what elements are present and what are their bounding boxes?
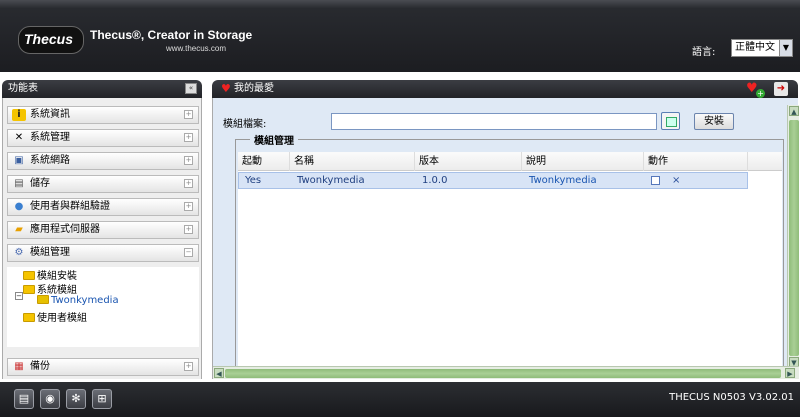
language-value: 正體中文 (735, 42, 775, 53)
folder-icon (23, 285, 35, 294)
network-icon: ▣ (14, 155, 24, 166)
tree-item-system-modules[interactable]: 系統模組 (23, 281, 77, 296)
tools-icon: ✕ (14, 132, 24, 143)
brand-tagline: Thecus®, Creator in Storage (90, 28, 253, 42)
expand-icon[interactable]: + (184, 133, 193, 142)
storage-shortcut-icon[interactable]: ▤ (14, 389, 34, 409)
sidebar-item-storage[interactable]: ▤ 儲存 + (7, 175, 199, 193)
enable-checkbox[interactable] (651, 176, 660, 185)
app-header: Thecus Thecus®, Creator in Storage www.t… (0, 0, 800, 72)
tree-label: Twonkymedia (51, 295, 119, 306)
heart-icon: ♥ (221, 82, 231, 95)
delete-icon[interactable]: × (672, 173, 680, 189)
thecus-logo: Thecus (24, 31, 74, 47)
column-header-enabled[interactable]: 起動 (238, 152, 290, 171)
language-label: 語言: (692, 47, 716, 58)
network-shortcut-icon[interactable]: ⊞ (92, 389, 112, 409)
expand-icon[interactable]: + (184, 110, 193, 119)
tree-item-module-install[interactable]: 模組安裝 (23, 267, 77, 282)
folder-icon (23, 271, 35, 280)
sidebar: i 系統資訊 + ✕ 系統管理 + ▣ 系統網路 + ▤ 儲存 + ● 使用者與… (2, 98, 202, 379)
sidebar-item-label: 使用者與群組驗證 (30, 201, 110, 212)
expand-icon[interactable]: + (184, 362, 193, 371)
vertical-scroll-thumb[interactable] (789, 120, 799, 356)
expand-icon[interactable]: + (184, 225, 193, 234)
grid-header: 起動 名稱 版本 說明 動作 (238, 152, 782, 171)
horizontal-scroll-thumb[interactable] (225, 369, 781, 378)
sidebar-item-system-info[interactable]: i 系統資訊 + (7, 106, 199, 124)
expand-icon[interactable]: + (184, 156, 193, 165)
tree-label: 使用者模組 (37, 313, 87, 324)
module-tree: 模組安裝 − 系統模組 Twonkymedia 使用者模組 (7, 267, 199, 347)
table-row[interactable]: Yes Twonkymedia 1.0.0 Twonkymedia × (238, 172, 748, 189)
collapse-sidebar-button[interactable]: « (185, 83, 197, 94)
plus-icon: + (756, 89, 765, 98)
main-panel: 模組檔案: 安裝 模組管理 起動 名稱 版本 說明 動作 Yes Twonkym… (212, 98, 799, 379)
install-button[interactable]: 安裝 (694, 113, 734, 130)
users-icon: ● (14, 201, 24, 212)
cell-enabled: Yes (245, 175, 262, 186)
brand-site-url: www.thecus.com (166, 44, 227, 53)
scroll-up-icon[interactable]: ▲ (789, 106, 799, 116)
language-select[interactable]: 正體中文 ▼ (731, 39, 793, 57)
tree-collapse-icon[interactable]: − (15, 292, 23, 300)
section-title: 模組管理 (250, 132, 298, 147)
scroll-right-icon[interactable]: ▶ (785, 368, 795, 378)
cell-description[interactable]: Twonkymedia (525, 173, 597, 189)
sidebar-item-label: 備份 (30, 361, 50, 372)
horizontal-scrollbar[interactable]: ◀ ▶ (213, 366, 799, 379)
column-header-name[interactable]: 名稱 (290, 152, 415, 171)
backup-icon: ▦ (14, 361, 24, 372)
column-header-description[interactable]: 說明 (522, 152, 644, 171)
module-management-section: 模組管理 起動 名稱 版本 說明 動作 Yes Twonkymedia 1.0.… (235, 132, 784, 371)
sidebar-item-users-groups[interactable]: ● 使用者與群組驗證 + (7, 198, 199, 216)
sidebar-item-label: 系統資訊 (30, 109, 70, 120)
chevron-down-icon[interactable]: ▼ (779, 40, 792, 56)
column-header-action[interactable]: 動作 (644, 152, 748, 171)
sidebar-item-backup[interactable]: ▦ 備份 + (7, 358, 199, 376)
info-icon: i (12, 109, 26, 121)
tree-item-twonkymedia[interactable]: Twonkymedia (37, 295, 119, 306)
modules-icon: ⚙ (14, 247, 24, 258)
main-panel-header: ♥ 我的最愛 ♥ + ➜ (212, 80, 798, 98)
module-file-input[interactable] (331, 113, 657, 130)
main-panel-title: 我的最愛 (234, 83, 274, 94)
column-header-version[interactable]: 版本 (415, 152, 522, 171)
expand-icon[interactable]: + (184, 179, 193, 188)
sidebar-item-label: 儲存 (30, 178, 50, 189)
app-footer: ▤ ◉ ✻ ⊞ THECUS N0503 V3.02.01 (0, 382, 800, 417)
app-server-icon: ▰ (15, 224, 23, 235)
version-label: THECUS N0503 V3.02.01 (669, 392, 794, 403)
browse-file-button[interactable] (661, 112, 680, 130)
folder-icon (23, 313, 35, 322)
scroll-left-icon[interactable]: ◀ (214, 368, 224, 378)
module-grid: 起動 名稱 版本 說明 動作 Yes Twonkymedia 1.0.0 Two… (238, 152, 782, 370)
header-gloss (0, 0, 800, 8)
sidebar-item-module-management[interactable]: ⚙ 模組管理 − (7, 244, 199, 262)
disk-shortcut-icon[interactable]: ◉ (40, 389, 60, 409)
module-file-label: 模組檔案: (223, 119, 267, 130)
expand-icon[interactable]: + (184, 202, 193, 211)
cell-version: 1.0.0 (422, 175, 448, 186)
sidebar-item-label: 系統網路 (30, 155, 70, 166)
storage-icon: ▤ (14, 178, 24, 189)
module-icon (37, 295, 49, 304)
brand-logo-block: Thecus Thecus®, Creator in Storage www.t… (16, 22, 252, 56)
sidebar-item-app-server[interactable]: ▰ 應用程式伺服器 + (7, 221, 199, 239)
sidebar-title: 功能表 (8, 83, 38, 94)
cell-name: Twonkymedia (297, 175, 365, 186)
sidebar-item-system-management[interactable]: ✕ 系統管理 + (7, 129, 199, 147)
add-favorite-button[interactable]: ♥ + (746, 82, 765, 98)
collapse-icon[interactable]: − (184, 248, 193, 257)
sidebar-item-system-network[interactable]: ▣ 系統網路 + (7, 152, 199, 170)
tree-item-user-modules[interactable]: 使用者模組 (23, 309, 87, 324)
sidebar-item-label: 應用程式伺服器 (30, 224, 100, 235)
fan-shortcut-icon[interactable]: ✻ (66, 389, 86, 409)
sidebar-item-label: 模組管理 (30, 247, 70, 258)
sidebar-header: 功能表 « (2, 80, 202, 98)
logout-button[interactable]: ➜ (774, 82, 788, 96)
vertical-scrollbar[interactable]: ▲ ▼ (787, 105, 799, 371)
sidebar-item-label: 系統管理 (30, 132, 70, 143)
